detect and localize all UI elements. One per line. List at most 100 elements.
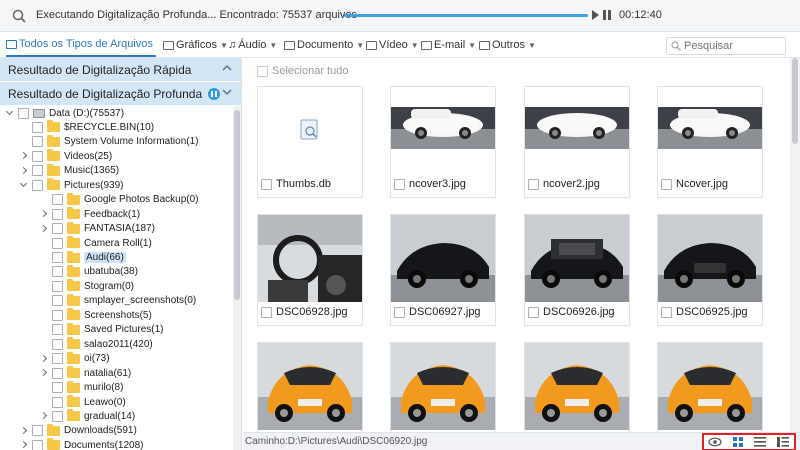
- tree-item[interactable]: Downloads(591): [20, 423, 137, 438]
- tree-item[interactable]: natalia(61): [40, 366, 131, 380]
- detail-view-icon[interactable]: [775, 436, 791, 448]
- search-input[interactable]: [684, 40, 784, 52]
- tree-item[interactable]: Audi(66): [40, 250, 126, 265]
- file-checkbox[interactable]: [261, 178, 272, 190]
- file-card[interactable]: Ncover.jpg: [657, 86, 763, 198]
- tree-item-checkbox[interactable]: [52, 223, 63, 235]
- tree-item[interactable]: Data (D:)(75537): [6, 106, 124, 120]
- pause-circle-icon[interactable]: [208, 87, 221, 100]
- tree-item[interactable]: Leawo(0): [40, 395, 126, 409]
- file-card[interactable]: ncover2.jpg: [524, 86, 630, 198]
- file-checkbox[interactable]: [261, 306, 272, 318]
- tree-item[interactable]: ubatuba(38): [40, 264, 138, 279]
- tree-item[interactable]: murilo(8): [40, 380, 123, 395]
- tree-item[interactable]: oi(73): [40, 351, 110, 366]
- file-card[interactable]: DSC06927.jpg: [390, 214, 496, 326]
- expand-arrow-right-icon[interactable]: [40, 369, 48, 377]
- tree-item[interactable]: Feedback(1): [40, 207, 140, 221]
- file-checkbox[interactable]: [528, 178, 539, 190]
- tree-item-checkbox[interactable]: [32, 165, 43, 177]
- tree-item-checkbox[interactable]: [52, 309, 63, 321]
- tree-item[interactable]: Videos(25): [20, 149, 112, 163]
- expand-arrow-right-icon[interactable]: [40, 225, 48, 233]
- tree-item[interactable]: Music(1365): [20, 163, 119, 178]
- file-card[interactable]: DSC06926.jpg: [524, 214, 630, 326]
- tree-item-checkbox[interactable]: [52, 353, 63, 365]
- tab-others[interactable]: Outros ▼: [479, 33, 536, 57]
- tree-item-checkbox[interactable]: [18, 107, 29, 119]
- grid-scrollbar[interactable]: [790, 58, 800, 432]
- tree-item[interactable]: Google Photos Backup(0): [40, 192, 199, 207]
- tree-scrollbar-thumb[interactable]: [234, 110, 240, 300]
- file-checkbox[interactable]: [394, 306, 405, 318]
- expand-arrow-right-icon[interactable]: [20, 427, 28, 435]
- tree-item-checkbox[interactable]: [52, 280, 63, 292]
- chevron-down-icon[interactable]: [222, 87, 232, 97]
- tree-item-checkbox[interactable]: [52, 194, 63, 206]
- tree-scrollbar[interactable]: [233, 106, 241, 450]
- tree-item-checkbox[interactable]: [32, 150, 43, 162]
- grid-view-icon[interactable]: [730, 436, 746, 448]
- tree-item-checkbox[interactable]: [52, 382, 63, 394]
- tab-email[interactable]: E-mail ▼: [421, 33, 476, 57]
- expand-arrow-right-icon[interactable]: [40, 412, 48, 420]
- tree-item-checkbox[interactable]: [52, 338, 63, 350]
- tab-all-file-types[interactable]: Todos os Tipos de Arquivos: [6, 33, 156, 57]
- tree-item[interactable]: Saved Pictures(1): [40, 322, 163, 337]
- deep-scan-header[interactable]: Resultado de Digitalização Profunda: [0, 82, 241, 105]
- tab-audio[interactable]: ♫ Áudio ▼: [228, 33, 277, 57]
- tree-item-checkbox[interactable]: [52, 396, 63, 408]
- file-card[interactable]: ncover3.jpg: [390, 86, 496, 198]
- list-view-icon[interactable]: [752, 436, 768, 448]
- tree-item[interactable]: Stogram(0): [40, 279, 134, 293]
- tree-item[interactable]: FANTASIA(187): [40, 221, 155, 236]
- tree-item-checkbox[interactable]: [52, 295, 63, 307]
- tree-item-checkbox[interactable]: [52, 367, 63, 379]
- file-card[interactable]: Thumbs.db: [257, 86, 363, 198]
- expand-arrow-down-icon[interactable]: [20, 181, 28, 189]
- file-checkbox[interactable]: [661, 178, 672, 190]
- tree-item-checkbox[interactable]: [52, 324, 63, 336]
- tree-item-checkbox[interactable]: [52, 237, 63, 249]
- tab-graphics[interactable]: Gráficos ▼: [163, 33, 228, 57]
- file-card[interactable]: DSC06928.jpg: [257, 214, 363, 326]
- tree-item[interactable]: Pictures(939): [20, 178, 123, 192]
- tree-item-checkbox[interactable]: [32, 425, 43, 437]
- file-checkbox[interactable]: [661, 306, 672, 318]
- tab-video[interactable]: Vídeo ▼: [366, 33, 419, 57]
- quick-scan-header[interactable]: Resultado de Digitalização Rápida: [0, 58, 241, 81]
- expand-arrow-right-icon[interactable]: [20, 441, 28, 449]
- expand-arrow-right-icon[interactable]: [40, 355, 48, 363]
- tree-item[interactable]: $RECYCLE.BIN(10): [20, 120, 154, 134]
- expand-arrow-down-icon[interactable]: [6, 109, 14, 117]
- tree-item[interactable]: gradual(14): [40, 409, 135, 423]
- expand-arrow-right-icon[interactable]: [40, 210, 48, 218]
- tree-item-checkbox[interactable]: [32, 136, 43, 148]
- tree-item[interactable]: Documents(1208): [20, 438, 143, 450]
- preview-eye-icon[interactable]: [707, 436, 723, 448]
- expand-arrow-right-icon[interactable]: [20, 152, 28, 160]
- pause-button[interactable]: [603, 10, 611, 20]
- search-box[interactable]: [666, 37, 786, 55]
- file-checkbox[interactable]: [394, 178, 405, 190]
- tree-item-checkbox[interactable]: [32, 179, 43, 191]
- tree-item[interactable]: Camera Roll(1): [40, 236, 152, 250]
- tree-item-checkbox[interactable]: [32, 439, 43, 450]
- chevron-up-icon[interactable]: [222, 63, 232, 73]
- tree-item[interactable]: salao2011(420): [40, 337, 153, 351]
- expand-arrow-right-icon[interactable]: [20, 167, 28, 175]
- select-all-checkbox[interactable]: [257, 65, 268, 77]
- tree-item[interactable]: smplayer_screenshots(0): [40, 293, 196, 308]
- tree-item[interactable]: Screenshots(5): [40, 308, 152, 322]
- select-all[interactable]: Selecionar tudo: [257, 65, 348, 77]
- file-checkbox[interactable]: [528, 306, 539, 318]
- tree-item-checkbox[interactable]: [52, 252, 63, 263]
- tree-item-checkbox[interactable]: [52, 208, 63, 220]
- tree-item-checkbox[interactable]: [32, 121, 43, 133]
- tree-item-checkbox[interactable]: [52, 266, 63, 278]
- file-card[interactable]: DSC06925.jpg: [657, 214, 763, 326]
- tree-item[interactable]: System Volume Information(1): [20, 134, 199, 149]
- tree-item-checkbox[interactable]: [52, 410, 63, 422]
- resume-button[interactable]: [592, 10, 599, 20]
- grid-scrollbar-thumb[interactable]: [792, 58, 798, 144]
